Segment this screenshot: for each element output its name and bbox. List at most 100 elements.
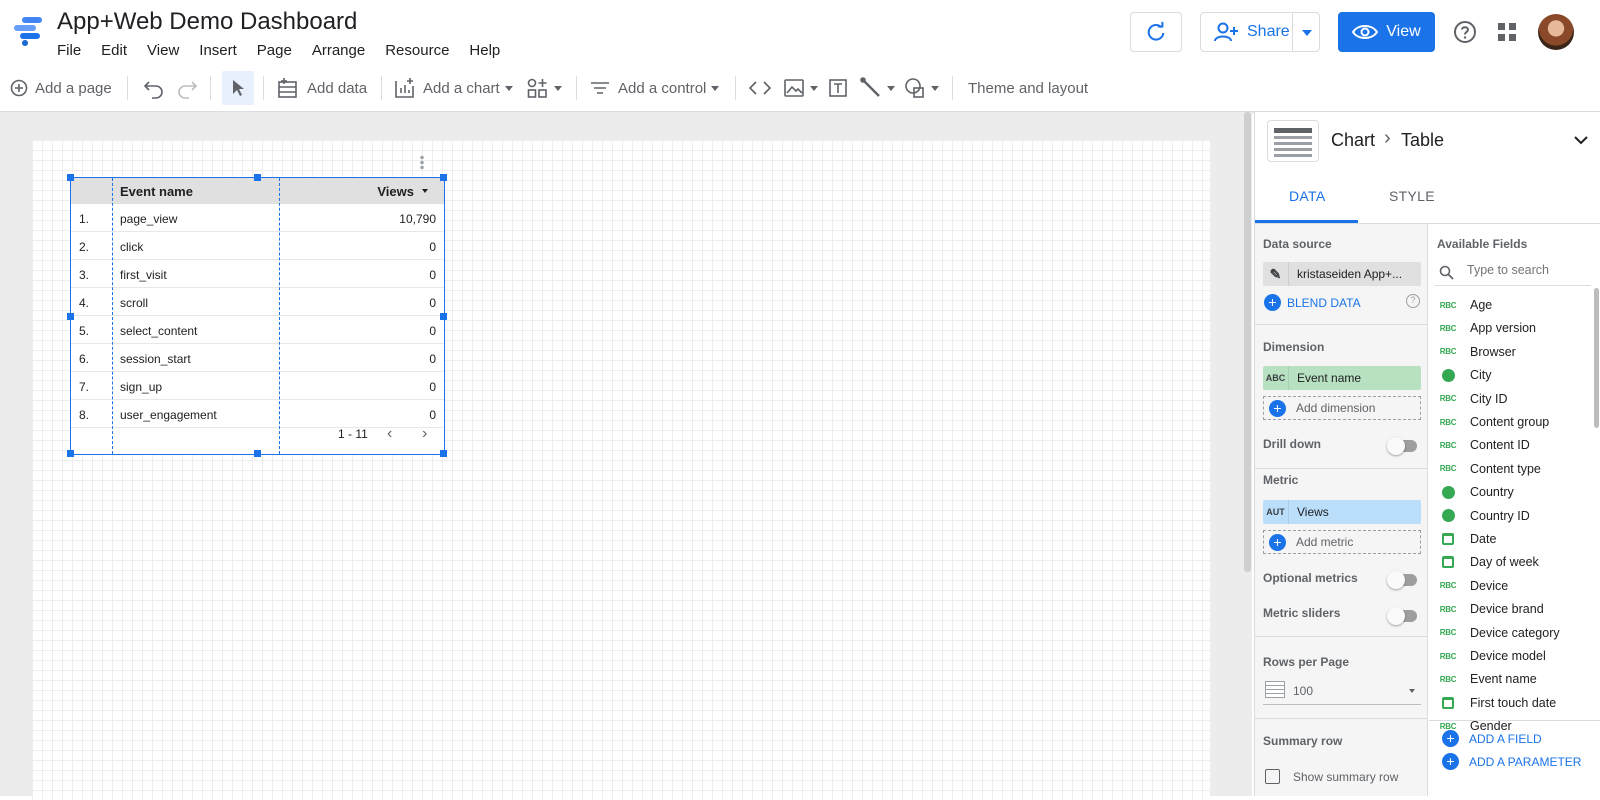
field-item[interactable]: Day of week xyxy=(1439,551,1539,573)
embed-url-button[interactable] xyxy=(749,64,771,112)
share-button[interactable]: Share xyxy=(1200,12,1320,52)
field-item[interactable]: RBC Content ID xyxy=(1439,434,1530,456)
shape-button[interactable] xyxy=(904,64,939,112)
add-control-button[interactable]: Add a control xyxy=(589,64,720,112)
breadcrumb-chart[interactable]: Chart xyxy=(1331,130,1375,151)
person-add-icon xyxy=(1214,22,1238,42)
community-viz-button[interactable] xyxy=(527,64,562,112)
avatar[interactable] xyxy=(1538,14,1574,50)
table-row[interactable]: 7. sign_up 0 xyxy=(71,372,444,400)
resize-handle[interactable] xyxy=(67,174,74,181)
views-cell: 0 xyxy=(429,408,436,422)
menu-arrange[interactable]: Arrange xyxy=(312,42,365,59)
column-header-event-name[interactable]: Event name xyxy=(120,184,193,199)
theme-layout-button[interactable]: Theme and layout xyxy=(968,64,1088,112)
add-page-button[interactable]: Add a page xyxy=(10,64,112,112)
line-button[interactable] xyxy=(860,64,895,112)
share-dropdown-icon[interactable] xyxy=(1302,30,1312,36)
field-item[interactable]: RBC City ID xyxy=(1439,388,1508,410)
field-item[interactable]: RBC Content type xyxy=(1439,458,1541,480)
menu-resource[interactable]: Resource xyxy=(385,42,449,59)
menu-page[interactable]: Page xyxy=(257,42,292,59)
view-button[interactable]: View xyxy=(1338,12,1435,52)
optional-metrics-toggle[interactable] xyxy=(1387,571,1417,589)
resize-handle[interactable] xyxy=(440,313,447,320)
menu-file[interactable]: File xyxy=(57,42,81,59)
menu-help[interactable]: Help xyxy=(469,42,500,59)
undo-button[interactable] xyxy=(143,64,165,112)
table-row[interactable]: 3. first_visit 0 xyxy=(71,260,444,288)
menu-edit[interactable]: Edit xyxy=(101,42,127,59)
dimension-chip-event-name[interactable]: ABC Event name xyxy=(1263,366,1421,390)
field-item[interactable]: RBC Browser xyxy=(1439,341,1516,363)
text-button[interactable] xyxy=(827,64,849,112)
table-row[interactable]: 2. click 0 xyxy=(71,232,444,260)
field-search-input[interactable] xyxy=(1467,263,1587,277)
field-item[interactable]: City xyxy=(1439,364,1492,386)
field-item[interactable]: Date xyxy=(1439,528,1496,550)
add-control-label: Add a control xyxy=(618,79,707,97)
image-button[interactable] xyxy=(783,64,818,112)
rows-per-page-select[interactable]: 100 xyxy=(1263,677,1421,705)
table-chart-type-icon[interactable] xyxy=(1267,120,1319,162)
table-row[interactable]: 8. user_engagement 0 xyxy=(71,400,444,428)
fields-scrollbar[interactable] xyxy=(1594,288,1599,428)
table-row[interactable]: 5. select_content 0 xyxy=(71,316,444,344)
apps-grid-icon[interactable] xyxy=(1497,22,1517,42)
add-data-button[interactable]: Add data xyxy=(277,64,367,112)
add-chart-button[interactable]: Add a chart xyxy=(394,64,513,112)
show-summary-row-checkbox[interactable] xyxy=(1265,769,1280,784)
add-dimension-button[interactable]: + Add dimension xyxy=(1263,396,1421,420)
add-parameter-button[interactable]: + ADD A PARAMETER xyxy=(1437,753,1581,770)
field-item[interactable]: RBC Age xyxy=(1439,294,1492,316)
canvas-scrollbar[interactable] xyxy=(1244,112,1251,572)
chevron-down-icon[interactable] xyxy=(1573,134,1589,146)
report-title[interactable]: App+Web Demo Dashboard xyxy=(57,8,357,36)
tab-data[interactable]: DATA xyxy=(1289,188,1325,204)
column-header-views[interactable]: Views xyxy=(377,184,414,199)
info-icon[interactable]: ? xyxy=(1406,294,1420,308)
drill-down-toggle[interactable] xyxy=(1387,437,1417,455)
breadcrumb-table[interactable]: Table xyxy=(1401,130,1444,151)
blend-data-button[interactable]: + BLEND DATA xyxy=(1259,294,1361,311)
table-row[interactable]: 6. session_start 0 xyxy=(71,344,444,372)
resize-handle[interactable] xyxy=(440,174,447,181)
redo-button[interactable] xyxy=(176,64,198,112)
help-icon[interactable] xyxy=(1453,20,1477,44)
resize-handle[interactable] xyxy=(440,450,447,457)
field-search-box[interactable] xyxy=(1435,260,1591,286)
tab-style[interactable]: STYLE xyxy=(1389,188,1435,204)
data-studio-logo-icon[interactable] xyxy=(12,15,44,47)
table-row[interactable]: 1. page_view 10,790 xyxy=(71,204,444,232)
field-item[interactable]: RBC Device category xyxy=(1439,622,1560,644)
add-field-button[interactable]: + ADD A FIELD xyxy=(1437,730,1542,747)
add-metric-button[interactable]: + Add metric xyxy=(1263,530,1421,554)
chevron-right-icon[interactable]: › xyxy=(422,425,427,443)
chevron-left-icon[interactable]: ‹ xyxy=(387,425,392,443)
resize-handle[interactable] xyxy=(254,450,261,457)
metric-chip-views[interactable]: AUT Views xyxy=(1263,500,1421,524)
field-item[interactable]: RBC App version xyxy=(1439,317,1536,339)
select-tool-button[interactable] xyxy=(222,71,254,105)
sort-desc-icon[interactable] xyxy=(422,189,428,193)
field-item[interactable]: RBC Device brand xyxy=(1439,598,1544,620)
more-options-icon[interactable] xyxy=(420,155,424,169)
field-item[interactable]: Country xyxy=(1439,481,1514,503)
metric-sliders-toggle[interactable] xyxy=(1387,607,1417,625)
refresh-button[interactable] xyxy=(1130,12,1182,52)
menu-insert[interactable]: Insert xyxy=(199,42,237,59)
table-chart[interactable]: Event name Views 1. page_view 10,790 2. clic… xyxy=(67,174,447,457)
menu-view[interactable]: View xyxy=(147,42,179,59)
field-item[interactable]: RBC Device model xyxy=(1439,645,1546,667)
resize-handle[interactable] xyxy=(254,174,261,181)
field-item[interactable]: First touch date xyxy=(1439,692,1556,714)
field-item[interactable]: RBC Event name xyxy=(1439,668,1537,690)
field-item[interactable]: Country ID xyxy=(1439,505,1530,527)
field-item[interactable]: RBC Device xyxy=(1439,575,1508,597)
resize-handle[interactable] xyxy=(67,313,74,320)
data-source-chip[interactable]: ✎ kristaseiden App+... xyxy=(1263,262,1421,286)
edit-pencil-icon[interactable]: ✎ xyxy=(1263,262,1289,286)
field-item[interactable]: RBC Content group xyxy=(1439,411,1549,433)
table-row[interactable]: 4. scroll 0 xyxy=(71,288,444,316)
resize-handle[interactable] xyxy=(67,450,74,457)
